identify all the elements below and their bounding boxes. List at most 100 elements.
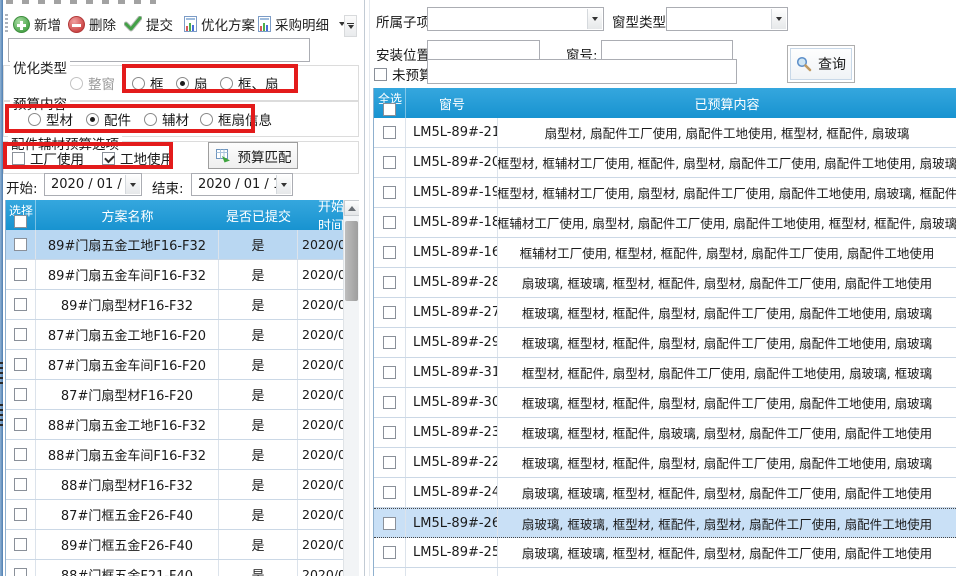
row-checkbox[interactable] [383,336,396,349]
select-all-plans-checkbox[interactable] [14,215,27,228]
plan-row[interactable]: 87#门扇五金车间F16-F20 是 2020/0 [6,350,344,380]
start-column-header[interactable]: 开始时间 [298,200,344,230]
budget-row[interactable]: LM5L-89#-31F29 框型材, 框配件, 扇型材, 扇配件工厂使用, 扇… [374,358,956,388]
plan-row[interactable]: 87#门扇型材F16-F20 是 2020/0 [6,380,344,410]
dropdown-button[interactable] [771,9,786,29]
plan-row[interactable]: 89#门框五金F26-F40 是 2020/0 [6,530,344,560]
row-checkbox[interactable] [14,238,27,251]
plan-row[interactable]: 89#门扇型材F16-F32 是 2020/0 [6,290,344,320]
budget-row[interactable]: LM5L-89#-22F20 框玻璃, 框型材, 框配件, 扇型材, 扇配件工厂… [374,448,956,478]
radio-icon[interactable] [176,77,189,90]
row-checkbox[interactable] [14,328,27,341]
window-no-column-header[interactable]: 窗号 [406,88,498,118]
select-all-windows-checkbox[interactable] [383,103,396,116]
row-checkbox[interactable] [383,246,396,259]
budget-row[interactable]: LM5L-89#-23F21 框玻璃, 框型材, 框配件, 扇玻璃, 扇型材, … [374,418,956,448]
budget-row-selected[interactable]: LM5L-89#-26F24 扇玻璃, 框玻璃, 框型材, 框配件, 扇型材, … [374,508,956,538]
budget-row[interactable]: LM5L-89#-20F18 框型材, 框辅材工厂使用, 框配件, 扇型材, 扇… [374,148,956,178]
row-checkbox[interactable] [383,216,396,229]
row-checkbox[interactable] [383,456,396,469]
scroll-up-button[interactable] [344,200,359,216]
row-checkbox[interactable] [383,156,396,169]
submitted-column-header[interactable]: 是否已提交 [219,200,298,230]
radio-auxiliary[interactable]: 辅材 [144,109,189,129]
vertical-scrollbar[interactable] [343,200,359,576]
checkbox-icon[interactable] [12,152,25,165]
row-checkbox[interactable] [383,517,396,530]
toolbar-grip[interactable] [5,14,8,34]
row-checkbox[interactable] [383,306,396,319]
budget-row[interactable]: LM5L-89#-28F26 扇玻璃, 框玻璃, 框型材, 框配件, 扇型材, … [374,268,956,298]
scrollbar-thumb[interactable] [345,221,358,301]
date-end-picker[interactable]: 2020 / 01 / 13 [191,173,293,196]
row-checkbox[interactable] [383,426,396,439]
site-use-checkbox[interactable]: 工地使用 [102,148,174,168]
factory-use-checkbox[interactable]: 工厂使用 [12,148,84,168]
window-type-dropdown[interactable] [666,7,788,31]
radio-accessory[interactable]: 配件 [86,109,131,129]
row-checkbox[interactable] [383,396,396,409]
query-button[interactable]: 查询 [787,45,855,83]
toolbar-overflow-button[interactable] [344,15,357,37]
row-checkbox[interactable] [14,568,27,576]
radio-icon[interactable] [144,113,157,126]
radio-frame-sash[interactable]: 框、扇 [220,73,279,93]
plan-row[interactable]: 89#门扇五金工地F16-F32 是 2020/0 [6,230,344,260]
date-dropdown-button[interactable] [125,175,140,194]
plan-row[interactable]: 88#门扇五金车间F16-F32 是 2020/0 [6,440,344,470]
budget-row[interactable]: LM5L-89#-18F16 框辅材工厂使用, 扇型材, 扇配件工厂使用, 扇配… [374,208,956,238]
panel-divider[interactable] [364,0,365,576]
row-checkbox[interactable] [14,508,27,521]
budget-row[interactable]: LM5L-89#-21F19 扇型材, 扇配件工厂使用, 扇配件工地使用, 框型… [374,118,956,148]
row-checkbox[interactable] [14,268,27,281]
optimize-plan-button[interactable]: 优化方案 [184,12,255,36]
sub-item-dropdown[interactable] [427,7,604,31]
dropdown-button[interactable] [587,9,602,29]
budget-match-button[interactable]: 预算匹配 [208,142,298,169]
submit-button[interactable]: 提交 [124,12,173,36]
row-checkbox[interactable] [383,546,396,559]
row-checkbox[interactable] [14,358,27,371]
radio-icon[interactable] [86,113,99,126]
row-checkbox[interactable] [383,126,396,139]
checkbox-icon[interactable] [374,68,387,81]
row-checkbox[interactable] [383,276,396,289]
budget-row[interactable]: LM5L-89#-25F23 扇玻璃, 框玻璃, 框型材, 框配件, 扇型材, … [374,538,956,568]
budget-row[interactable]: LM5L-89#-16F15 框辅材工厂使用, 框型材, 框配件, 扇型材, 扇… [374,238,956,268]
budget-row[interactable]: LM5L-89#-27F25 框玻璃, 框型材, 框配件, 扇型材, 扇配件工厂… [374,298,956,328]
purchase-detail-button[interactable]: 采购明细 [258,12,345,36]
plan-name-column-header[interactable]: 方案名称 [36,200,219,230]
row-checkbox[interactable] [14,448,27,461]
row-checkbox[interactable] [383,486,396,499]
radio-icon[interactable] [220,77,233,90]
radio-icon[interactable] [132,77,145,90]
date-dropdown-button[interactable] [276,175,291,194]
row-checkbox[interactable] [14,418,27,431]
budget-row[interactable]: LM5L-89#-30F28 框玻璃, 框型材, 框配件, 扇型材, 扇配件工厂… [374,388,956,418]
add-button[interactable]: 新增 [13,12,61,36]
row-checkbox[interactable] [14,298,27,311]
row-checkbox[interactable] [14,538,27,551]
date-start-picker[interactable]: 2020 / 01 / 1 [44,173,142,196]
plan-row[interactable]: 88#门框五金F21-F40 是 2020/0 [6,560,344,576]
not-budgeted-input[interactable] [427,59,737,84]
budgeted-content-column-header[interactable]: 已预算内容 [498,88,956,118]
radio-frame-sash-info[interactable]: 框扇信息 [200,109,272,129]
row-checkbox[interactable] [14,388,27,401]
radio-profile[interactable]: 型材 [28,109,73,129]
radio-sash[interactable]: 扇 [176,73,208,93]
radio-frame[interactable]: 框 [132,73,164,93]
plan-row[interactable]: 88#门扇型材F16-F32 是 2020/0 [6,470,344,500]
radio-icon[interactable] [28,113,41,126]
budget-row[interactable]: LM5L-89#-24F22 扇玻璃, 框玻璃, 框型材, 框配件, 扇型材, … [374,478,956,508]
plan-row[interactable]: 89#门扇五金车间F16-F32 是 2020/0 [6,260,344,290]
plan-row[interactable]: 87#门扇五金工地F16-F20 是 2020/0 [6,320,344,350]
plan-row[interactable]: 88#门扇五金工地F16-F32 是 2020/0 [6,410,344,440]
budget-row[interactable]: LM5L-89#-29F27 框玻璃, 框型材, 框配件, 扇型材, 扇配件工厂… [374,328,956,358]
row-checkbox[interactable] [383,366,396,379]
plan-row[interactable]: 87#门框五金F26-F40 是 2020/0 [6,500,344,530]
delete-button[interactable]: 删除 [68,12,116,36]
checkbox-checked-icon[interactable] [102,152,115,165]
row-checkbox[interactable] [383,186,396,199]
budget-row[interactable]: LM5L-89#-19F17 框型材, 框辅材工厂使用, 扇型材, 扇配件工厂使… [374,178,956,208]
